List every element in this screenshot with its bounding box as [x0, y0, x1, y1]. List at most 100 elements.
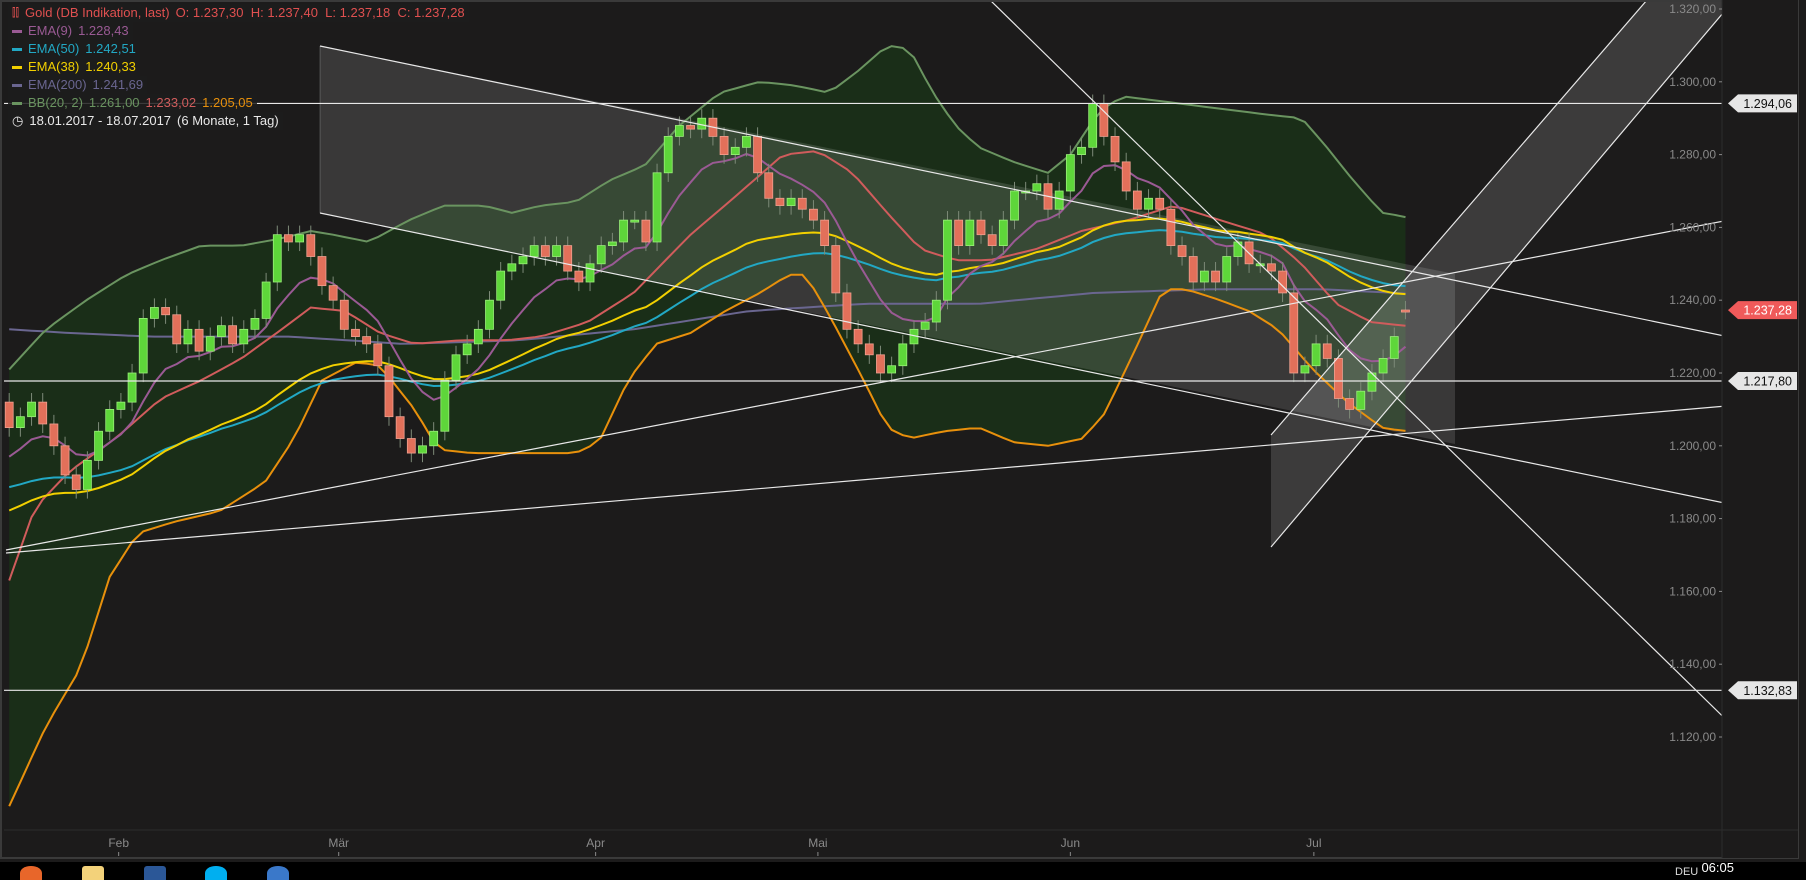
- price-tag-label: 1.217,80: [1743, 375, 1792, 389]
- candle-body: [585, 263, 595, 283]
- price-chart[interactable]: 1.320,00 1.300,00 1.280,00 1.260,00 1.240,00…: [0, 0, 1806, 880]
- price-tick-label: 1.120,00: [1669, 730, 1716, 744]
- folder-icon[interactable]: [82, 866, 104, 880]
- ema200-swatch: [12, 83, 22, 87]
- candle-body: [864, 343, 874, 356]
- candle-body: [60, 445, 70, 476]
- candle-body: [607, 241, 617, 247]
- candle-body: [1401, 309, 1410, 313]
- candle-body: [1322, 343, 1332, 359]
- candle-body: [1121, 161, 1131, 192]
- date-span: (6 Monate, 1 Tag): [177, 113, 279, 128]
- candle-body: [272, 234, 282, 283]
- thunderbird-icon[interactable]: [267, 866, 289, 880]
- ema50-label: EMA(50): [28, 41, 80, 56]
- price-tick-label: 1.140,00: [1669, 657, 1716, 671]
- candle-body: [943, 219, 952, 301]
- legend-ema50[interactable]: EMA(50) 1.242,51: [8, 40, 140, 58]
- candle-body: [719, 135, 729, 155]
- candle-body: [1334, 358, 1343, 399]
- candle-body: [596, 245, 606, 265]
- candle-body: [1345, 398, 1354, 410]
- price-tick-label: 1.320,00: [1669, 2, 1716, 16]
- price-tick-label: 1.300,00: [1669, 75, 1716, 89]
- candle-body: [898, 343, 908, 367]
- candle-body: [384, 365, 394, 418]
- candle-body: [1054, 190, 1064, 210]
- candle-body: [295, 234, 305, 243]
- candle-body: [1233, 241, 1243, 257]
- ema38-label: EMA(38): [28, 59, 80, 74]
- candle-body: [451, 354, 461, 381]
- candle[interactable]: [1289, 283, 1299, 383]
- candle-body: [1177, 245, 1187, 257]
- firefox-icon[interactable]: [20, 866, 42, 880]
- ema50-value: 1.242,51: [85, 41, 136, 56]
- instrument-title: Gold (DB Indikation, last): [25, 5, 170, 20]
- candle-body: [831, 245, 841, 294]
- price-tag[interactable]: 1.217,80: [1728, 372, 1797, 391]
- candle-body: [998, 219, 1008, 246]
- candle-body: [1222, 256, 1232, 283]
- candle-body: [507, 263, 517, 272]
- candle[interactable]: [831, 236, 841, 303]
- bb-lower-value: 1.205,05: [202, 95, 253, 110]
- bb-label: BB(20, 2): [28, 95, 83, 110]
- candle-body: [485, 299, 494, 330]
- candle-body: [205, 336, 215, 352]
- candle-body: [261, 281, 271, 319]
- legend-bb[interactable]: BB(20, 2) 1.261,00 1.233,02 1.205,05: [8, 94, 257, 112]
- candle[interactable]: [384, 356, 394, 426]
- candle-body: [853, 328, 863, 345]
- candle-body: [775, 197, 785, 206]
- candle-body: [797, 197, 807, 210]
- candle[interactable]: [652, 163, 662, 252]
- legend-ema200[interactable]: EMA(200) 1.241,69: [8, 76, 148, 94]
- candle-body: [663, 135, 673, 174]
- price-tag[interactable]: 1.237,28: [1728, 301, 1797, 320]
- word-icon[interactable]: [144, 866, 166, 880]
- ema200-label: EMA(200): [28, 77, 87, 92]
- candle[interactable]: [943, 211, 952, 310]
- candle-body: [150, 307, 159, 319]
- legend-instrument[interactable]: ⫿⫿ Gold (DB Indikation, last) O: 1.237,3…: [8, 4, 469, 22]
- candle-body: [239, 328, 249, 345]
- taskbar-clock[interactable]: 06:05: [1701, 860, 1734, 875]
- candle-body: [1267, 263, 1276, 272]
- candle-body: [1032, 183, 1042, 192]
- candle-body: [127, 372, 137, 403]
- candle-body: [1188, 256, 1198, 283]
- taskbar: DEU 06:05: [0, 860, 1806, 880]
- price-tag[interactable]: 1.294,06: [1728, 94, 1797, 113]
- price-tag-label: 1.237,28: [1743, 304, 1792, 318]
- candle-body: [920, 321, 930, 330]
- candle[interactable]: [138, 309, 148, 383]
- candle-body: [876, 354, 885, 374]
- language-indicator[interactable]: DEU: [1675, 866, 1698, 878]
- candle-body: [172, 314, 182, 345]
- candle-body: [887, 365, 897, 374]
- date-range: 18.01.2017 - 18.07.2017: [29, 113, 172, 128]
- candle[interactable]: [1334, 349, 1343, 408]
- candle-body: [987, 234, 997, 246]
- candle-body: [842, 292, 852, 330]
- ema38-swatch: [12, 65, 22, 69]
- legend-ema38[interactable]: EMA(38) 1.240,33: [8, 58, 140, 76]
- legend-range[interactable]: ◷ 18.01.2017 - 18.07.2017 (6 Monate, 1 T…: [8, 112, 283, 130]
- price-axis[interactable]: [1722, 0, 1798, 858]
- candle-body: [49, 423, 59, 447]
- legend-ema9[interactable]: EMA(9) 1.228,43: [8, 22, 133, 40]
- candle-body: [1211, 270, 1220, 283]
- candle-body: [217, 325, 226, 337]
- skype-icon[interactable]: [205, 866, 227, 880]
- ema9-value: 1.228,43: [78, 23, 129, 38]
- time-tick-label: Jun: [1061, 836, 1080, 850]
- ema38-value: 1.240,33: [85, 59, 136, 74]
- price-tag-label: 1.132,83: [1743, 684, 1792, 698]
- candle-body: [82, 459, 92, 490]
- candle-body: [418, 445, 427, 454]
- price-tick-label: 1.260,00: [1669, 220, 1716, 234]
- candle[interactable]: [272, 225, 282, 292]
- candle-body: [820, 219, 830, 246]
- price-tag[interactable]: 1.132,83: [1728, 681, 1797, 700]
